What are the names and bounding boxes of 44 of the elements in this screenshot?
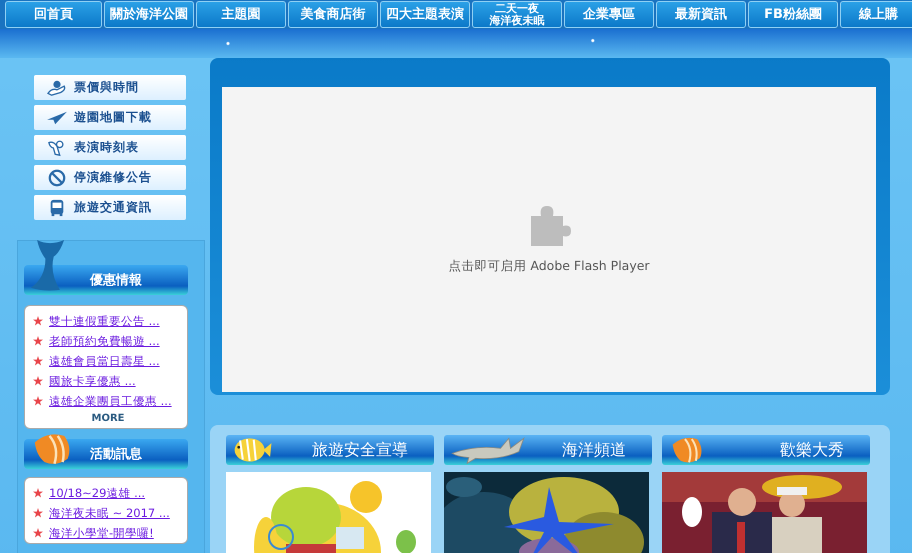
more-link[interactable]: MORE — [33, 413, 183, 424]
feature-title: 海洋頻道 — [562, 440, 626, 460]
news-link[interactable]: 10/18~29遠雄 ... — [49, 486, 146, 500]
plugin-message: 点击即可启用 Adobe Flash Player — [448, 258, 650, 275]
feature-title: 旅遊安全宣導 — [312, 440, 408, 460]
news-link[interactable]: 遠雄企業團員工優惠 ... — [49, 394, 172, 408]
nav-tab[interactable]: 線上購 — [840, 1, 912, 28]
news-link[interactable]: 雙十連假重要公告 ... — [49, 314, 160, 328]
nav-tab[interactable]: 關於海洋公園 — [104, 1, 194, 28]
star-icon — [33, 316, 43, 326]
star-icon — [33, 376, 43, 386]
star-icon — [33, 396, 43, 406]
nav-tab[interactable]: FB粉絲團 — [748, 1, 838, 28]
star-icon — [33, 356, 43, 366]
feature-header[interactable]: 歡樂大秀 — [662, 435, 870, 465]
quick-link[interactable]: 停演維修公告 — [34, 165, 186, 190]
star-icon — [33, 508, 43, 518]
quick-link[interactable]: 票價與時間 — [34, 75, 186, 100]
news-link[interactable]: 海洋小學堂-開學囉! — [49, 526, 154, 540]
nav-tab[interactable]: 美食商店街 — [288, 1, 378, 28]
feature-header[interactable]: 海洋頻道 — [444, 435, 652, 465]
plugin-placeholder[interactable]: 点击即可启用 Adobe Flash Player — [222, 87, 876, 392]
feature-title: 歡樂大秀 — [780, 440, 844, 460]
star-icon — [33, 488, 43, 498]
nav-tab[interactable]: 主題園 — [196, 1, 286, 28]
star-icon — [33, 528, 43, 538]
nav-tab[interactable]: 回首頁 — [5, 1, 102, 28]
section-title: 優惠情報 — [90, 272, 142, 289]
hand-icon — [46, 78, 68, 96]
nav-tab[interactable]: 二天一夜 海洋夜未眠 — [472, 1, 562, 28]
news-link[interactable]: 國旅卡享優惠 ... — [49, 374, 136, 388]
nav-tab[interactable]: 最新資訊 — [656, 1, 746, 28]
nav-tab[interactable]: 四大主題表演 — [380, 1, 470, 28]
nav-tab[interactable]: 企業專區 — [564, 1, 654, 28]
quick-link[interactable]: 旅遊交通資訊 — [34, 195, 186, 220]
quick-link[interactable]: 表演時刻表 — [34, 135, 186, 160]
feature-header[interactable]: 旅遊安全宣導 — [226, 435, 434, 465]
star-icon — [33, 336, 43, 346]
quick-link[interactable]: 遊園地圖下載 — [34, 105, 186, 130]
news-link[interactable]: 老師預約免費暢遊 ... — [49, 334, 160, 348]
news-link[interactable]: 海洋夜未眠 ~ 2017 ... — [49, 506, 170, 520]
section-title: 活動訊息 — [90, 446, 142, 463]
prohibited-icon — [46, 168, 68, 186]
news-link[interactable]: 遠雄會員當日壽星 ... — [49, 354, 160, 368]
